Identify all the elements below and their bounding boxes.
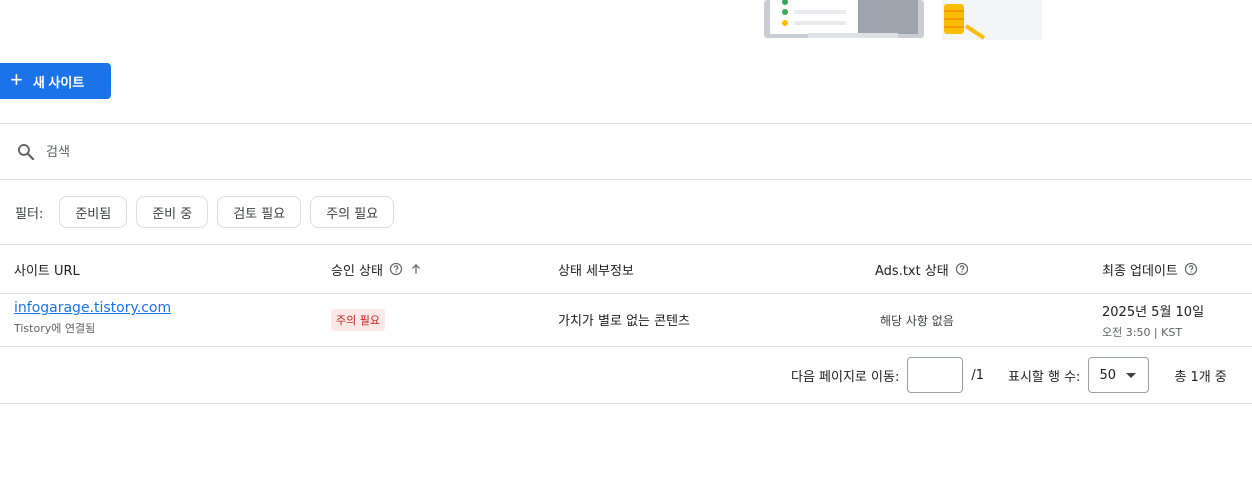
page-number-input[interactable] <box>907 357 964 393</box>
divider <box>0 293 1252 294</box>
new-site-label: 새 사이트 <box>32 74 85 90</box>
column-header-label: 최종 업데이트 <box>1102 263 1178 279</box>
rows-per-page-select[interactable]: 50 <box>1088 357 1150 393</box>
divider <box>0 403 1252 404</box>
new-site-button[interactable]: + 새 사이트 <box>0 63 111 99</box>
filter-bar: 필터: 준비됨 준비 중 검토 필요 주의 필요 <box>0 180 403 244</box>
help-icon[interactable] <box>1184 262 1198 276</box>
chevron-down-icon <box>1125 372 1136 378</box>
approval-cell: 주의 필요 <box>331 309 385 331</box>
column-header-status-details: 상태 세부정보 <box>558 245 634 293</box>
filter-chip-needs-review[interactable]: 검토 필요 <box>217 196 302 228</box>
filter-chip-ready[interactable]: 준비됨 <box>59 196 128 228</box>
rows-per-page-value: 50 <box>1099 367 1116 383</box>
site-cell: infogarage.tistory.com Tistory에 연결됨 <box>14 300 171 336</box>
sites-illustration <box>752 0 1042 40</box>
status-details: 가치가 별로 없는 콘텐츠 <box>558 314 690 329</box>
ads-txt-status: 해당 사항 없음 <box>880 314 954 328</box>
search-input[interactable] <box>46 144 446 160</box>
sites-page: + 새 사이트 필터: 준비됨 준비 중 검토 필요 주의 필요 사이트 URL… <box>0 0 1252 479</box>
column-header-site-url[interactable]: 사이트 URL <box>14 245 80 293</box>
column-header-label: 승인 상태 <box>331 263 383 279</box>
help-icon[interactable] <box>389 262 403 276</box>
column-header-last-updated[interactable]: 최종 업데이트 <box>1102 245 1198 293</box>
total-count: 총 1개 중 <box>1174 369 1227 385</box>
column-header-label: Ads.txt 상태 <box>875 263 949 279</box>
column-header-approval-status[interactable]: 승인 상태 <box>331 245 423 293</box>
status-badge: 주의 필요 <box>331 309 385 331</box>
plus-icon: + <box>10 67 23 92</box>
total-pages: /1 <box>971 367 984 383</box>
site-url-link[interactable]: infogarage.tistory.com <box>14 300 171 316</box>
site-connection: Tistory에 연결됨 <box>14 322 96 335</box>
last-updated-date: 2025년 5월 10일 <box>1102 305 1205 320</box>
last-updated-cell: 2025년 5월 10일 오전 3:50 | KST <box>1102 301 1204 340</box>
pagination: 다음 페이지로 이동: /1 표시할 행 수: 50 총 1개 중 <box>791 347 1227 403</box>
column-header-label: 사이트 URL <box>14 263 80 279</box>
column-header-ads-txt-status[interactable]: Ads.txt 상태 <box>875 245 969 293</box>
column-header-label: 상태 세부정보 <box>558 263 634 279</box>
arrow-up-icon[interactable] <box>409 262 423 276</box>
rows-per-page-label: 표시할 행 수: <box>1007 369 1081 385</box>
help-icon[interactable] <box>955 262 969 276</box>
filter-label: 필터: <box>15 206 44 222</box>
filter-chip-preparing[interactable]: 준비 중 <box>136 196 209 228</box>
last-updated-time: 오전 3:50 | KST <box>1102 326 1183 339</box>
filter-chip-needs-attention[interactable]: 주의 필요 <box>310 196 395 228</box>
search-bar <box>0 124 1252 180</box>
goto-page-label: 다음 페이지로 이동: <box>791 369 900 385</box>
search-icon[interactable] <box>16 142 36 162</box>
